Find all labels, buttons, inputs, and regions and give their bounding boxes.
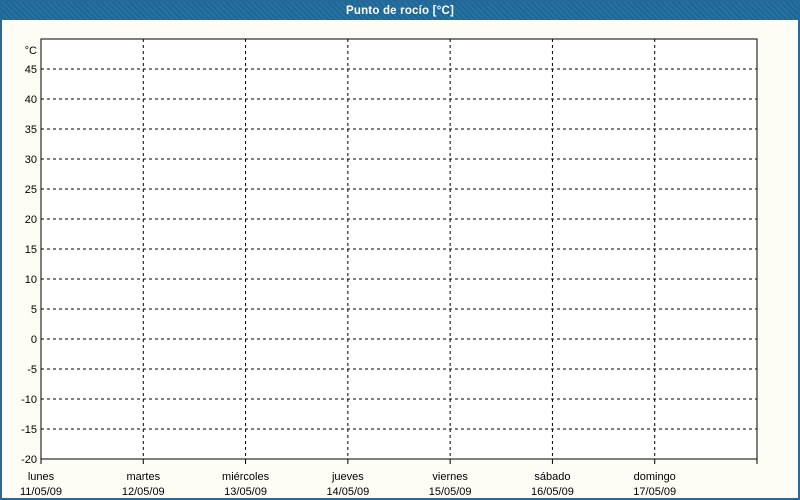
y-tick-label: 5 [31, 304, 37, 316]
dew-point-chart: 45 40 35 30 25 20 15 10 5 0 -5 -10 -15 -20 °C lunes 11/0… [20, 38, 758, 498]
x-date-label: 17/05/09 [633, 486, 676, 498]
x-day-label: jueves [331, 471, 364, 483]
chart-title: Punto de rocío [°C] [345, 5, 455, 17]
x-date-label: 16/05/09 [531, 486, 574, 498]
y-tick-label: 35 [25, 124, 37, 136]
y-tick-label: -5 [27, 364, 37, 376]
y-tick-label: -10 [21, 394, 37, 406]
x-day-label: miércoles [222, 471, 270, 483]
y-tick-label: 45 [25, 64, 37, 76]
x-day-label: viernes [432, 471, 468, 483]
y-tick-label: -20 [21, 454, 37, 466]
x-date-label: 11/05/09 [20, 486, 62, 498]
y-tick-label: 20 [25, 214, 37, 226]
y-tick-label: 15 [25, 244, 37, 256]
chart-window: Punto de rocío [°C] 45 40 35 30 25 20 15 10 5 0 -5… [0, 0, 800, 500]
y-tick-label: -15 [21, 424, 37, 436]
x-date-label: 15/05/09 [429, 486, 472, 498]
x-date-label: 14/05/09 [326, 486, 369, 498]
chart-title-bar: Punto de rocío [°C] [2, 2, 798, 20]
x-day-label: martes [126, 471, 160, 483]
y-tick-label: 25 [25, 184, 37, 196]
y-tick-label: 10 [25, 274, 37, 286]
x-date-label: 12/05/09 [122, 486, 165, 498]
y-tick-label: 30 [25, 154, 37, 166]
x-date-label: 13/05/09 [224, 486, 267, 498]
y-tick-label: 0 [31, 334, 37, 346]
x-day-label: domingo [634, 471, 676, 483]
y-tick-label: 40 [25, 94, 37, 106]
y-axis-unit-label: °C [25, 45, 37, 57]
x-day-label: lunes [28, 471, 55, 483]
x-day-label: sábado [534, 471, 570, 483]
